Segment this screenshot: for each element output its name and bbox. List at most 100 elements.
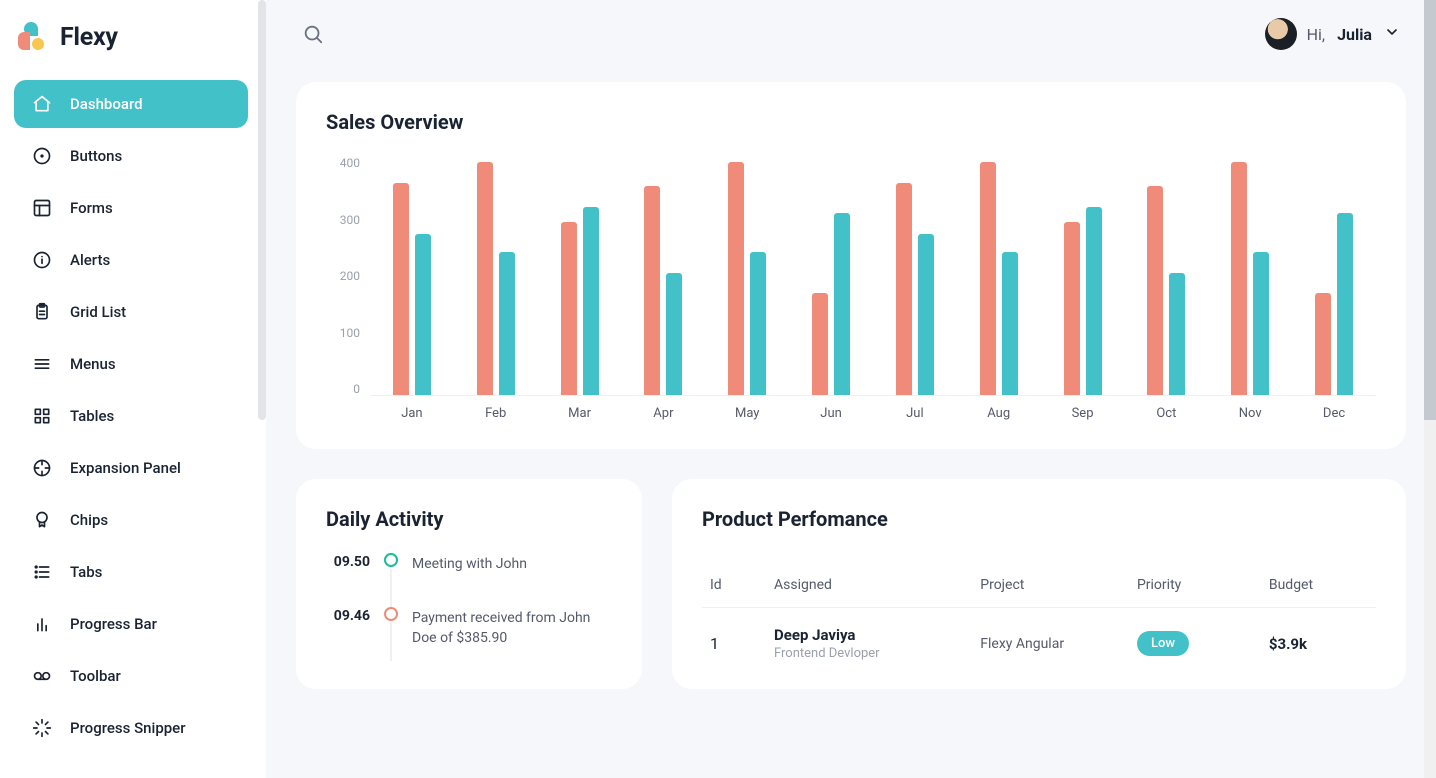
priority-chip: Low <box>1137 631 1189 656</box>
layout-icon <box>32 198 52 218</box>
sidebar-item-label: Tables <box>70 407 114 425</box>
x-tick: May <box>705 406 789 421</box>
activity-connector <box>390 569 392 607</box>
info-icon <box>32 250 52 270</box>
avatar <box>1265 18 1297 50</box>
sidebar-item-label: Forms <box>70 199 113 217</box>
crosshair-icon <box>32 458 52 478</box>
chart-bar <box>1002 252 1018 395</box>
sidebar-item-label: Progress Bar <box>70 615 157 633</box>
assigned-role: Frontend Devloper <box>774 646 972 661</box>
col-priority: Priority <box>1137 577 1261 593</box>
y-tick: 400 <box>340 156 360 170</box>
activity-text: Payment received from John Doe of $385.9… <box>412 607 602 649</box>
activity-list: 09.50Meeting with John09.46 Payment recei… <box>326 553 612 661</box>
assigned-name: Deep Javiya <box>774 626 972 644</box>
main-column: Hi, Julia Sales Overview 4003002001000 J… <box>266 0 1436 778</box>
spinner-icon <box>32 718 52 738</box>
cell-id: 1 <box>710 634 766 653</box>
home-icon <box>32 94 52 114</box>
chart-bar <box>1253 252 1269 395</box>
chart-bar <box>561 222 577 395</box>
x-tick: Apr <box>621 406 705 421</box>
sidebar-nav: Dashboard Buttons Forms Alerts Grid ListMenu… <box>14 80 258 752</box>
activity-time: 09.46 <box>326 607 370 624</box>
sidebar-item-alerts[interactable]: Alerts <box>14 236 248 284</box>
sidebar-item-label: Alerts <box>70 251 110 269</box>
sidebar-scrollbar-thumb[interactable] <box>258 0 266 420</box>
search-button[interactable] <box>302 23 324 45</box>
chart-bar-group <box>1208 156 1292 395</box>
topbar: Hi, Julia <box>266 0 1436 68</box>
chevron-down-icon <box>1384 24 1400 44</box>
chart-bar-group <box>621 156 705 395</box>
sidebar-item-tables[interactable]: Tables <box>14 392 248 440</box>
chart-bar <box>499 252 515 395</box>
x-tick: Mar <box>538 406 622 421</box>
x-tick: Jul <box>873 406 957 421</box>
sidebar-item-label: Buttons <box>70 147 122 165</box>
chart-bar-group <box>957 156 1041 395</box>
page-scrollbar-thumb[interactable] <box>1424 0 1436 420</box>
x-tick: Nov <box>1208 406 1292 421</box>
chart-bar <box>980 162 996 395</box>
sidebar-item-chips[interactable]: Chips <box>14 496 248 544</box>
badge-icon <box>32 510 52 530</box>
chart-bar <box>896 183 912 395</box>
chart-bar-group <box>789 156 873 395</box>
chart-bar-group <box>1124 156 1208 395</box>
sidebar-item-dashboard[interactable]: Dashboard <box>14 80 248 128</box>
chart-bar <box>1064 222 1080 395</box>
cell-priority: Low <box>1137 631 1261 656</box>
cell-budget: $3.9k <box>1269 635 1368 653</box>
y-tick: 0 <box>353 382 360 396</box>
sidebar-item-label: Dashboard <box>70 95 143 113</box>
sidebar-item-tabs[interactable]: Tabs <box>14 548 248 596</box>
product-performance-title: Product Perfomance <box>702 507 1376 531</box>
sidebar-item-progress-snipper[interactable]: Progress Snipper <box>14 704 248 752</box>
cell-project: Flexy Angular <box>980 636 1129 652</box>
perf-table-body: 1 Deep Javiya Frontend Devloper Flexy Angul… <box>702 608 1376 661</box>
sidebar-item-label: Tabs <box>70 563 102 581</box>
chart-bar-group <box>454 156 538 395</box>
activity-item: 09.50Meeting with John <box>326 553 612 607</box>
chart-bar <box>1315 293 1331 395</box>
sidebar-item-grid-list[interactable]: Grid List <box>14 288 248 336</box>
chart-bar <box>666 273 682 395</box>
grid-icon <box>32 406 52 426</box>
product-performance-card: Product Perfomance Id Assigned Project P… <box>672 479 1406 689</box>
chart-bar-group <box>370 156 454 395</box>
chart-bar-group <box>705 156 789 395</box>
perf-table-header: Id Assigned Project Priority Budget <box>702 553 1376 608</box>
greeting-prefix: Hi, <box>1307 25 1325 44</box>
sidebar-item-buttons[interactable]: Buttons <box>14 132 248 180</box>
sales-overview-title: Sales Overview <box>326 110 1376 134</box>
bar-icon <box>32 614 52 634</box>
chart-plot-area: JanFebMarAprMayJunJulAugSepOctNovDec <box>370 156 1376 421</box>
chart-bar <box>1169 273 1185 395</box>
chart-bar <box>477 162 493 395</box>
chart-x-axis: JanFebMarAprMayJunJulAugSepOctNovDec <box>370 406 1376 421</box>
sidebar-item-forms[interactable]: Forms <box>14 184 248 232</box>
sidebar-item-toolbar[interactable]: Toolbar <box>14 652 248 700</box>
chart-bar <box>1231 162 1247 395</box>
sidebar-item-menus[interactable]: Menus <box>14 340 248 388</box>
chart-bar-group <box>1041 156 1125 395</box>
activity-connector <box>390 623 392 661</box>
x-tick: Jan <box>370 406 454 421</box>
target-icon <box>32 146 52 166</box>
daily-activity-card: Daily Activity 09.50Meeting with John09.… <box>296 479 642 689</box>
chart-bar <box>728 162 744 395</box>
menu-icon <box>32 354 52 374</box>
sidebar-item-progress-bar[interactable]: Progress Bar <box>14 600 248 648</box>
sales-overview-card: Sales Overview 4003002001000 JanFebMarAp… <box>296 82 1406 449</box>
col-budget: Budget <box>1269 577 1368 593</box>
chart-bar <box>918 234 934 395</box>
activity-text: Meeting with John <box>412 553 602 574</box>
chart-bar <box>1337 213 1353 395</box>
sidebar-item-expansion-panel[interactable]: Expansion Panel <box>14 444 248 492</box>
brand-logo[interactable]: Flexy <box>14 14 258 80</box>
chart-bar <box>644 186 660 395</box>
col-assigned: Assigned <box>774 577 972 593</box>
user-menu[interactable]: Hi, Julia <box>1265 18 1400 50</box>
